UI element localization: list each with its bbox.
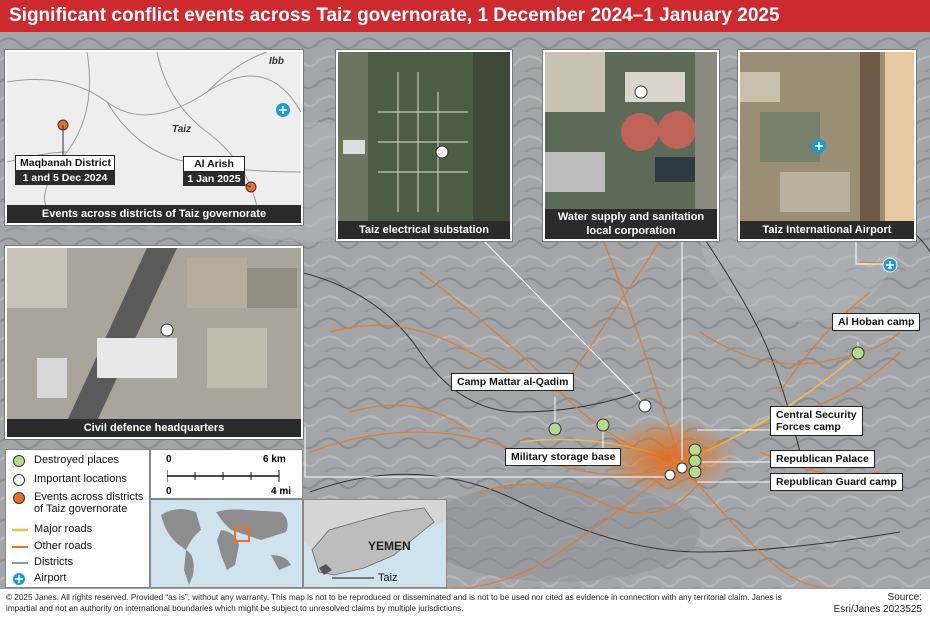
legend-other-roads: Other roads (12, 540, 92, 552)
legend-important: Important locations (12, 473, 127, 486)
legend-label: Events across districts (34, 491, 144, 503)
legend-label: Airport (34, 572, 67, 584)
scale-mi-end: 4 mi (271, 486, 292, 497)
marker-civil-defence (664, 469, 676, 481)
marker-camp-mattar (548, 422, 562, 436)
inset-airport: Taiz International Airport (738, 50, 916, 241)
airport-icon (13, 573, 25, 585)
label-line: Central Security (776, 409, 857, 421)
label-military-storage: Military storage base (505, 448, 622, 466)
substation-imagery (338, 52, 510, 223)
event-date: 1 and 5 Dec 2024 (15, 171, 115, 185)
scale-bar: 0 6 km 0 4 mi (150, 449, 303, 499)
caption-line: local corporation (586, 225, 676, 237)
place-label-ibb: Ibb (269, 56, 284, 67)
legend-label: Districts (34, 556, 74, 568)
legend: Destroyed places Important locations Eve… (5, 449, 150, 588)
scale-lines (167, 470, 280, 482)
legend-districts: Districts (12, 556, 73, 568)
legend-major-roads: Major roads (12, 523, 92, 535)
legend-events: Events across districts of Taiz governor… (12, 491, 143, 515)
source-credit: Source: Esri/Janes 2023525 (834, 592, 922, 616)
label-republican-palace: Republican Palace (770, 450, 875, 468)
marker-military-storage (596, 418, 610, 432)
world-locator-map (150, 499, 303, 588)
caption-line: Water supply and sanitation (557, 211, 705, 223)
label-republican-guard: Republican Guard camp (770, 473, 903, 491)
source-label: Source: (887, 592, 922, 603)
place-label-taiz: Taiz (172, 124, 192, 135)
water-imagery (545, 52, 717, 223)
legend-label: Important locations (34, 473, 127, 485)
scale-mi-start: 0 (166, 486, 172, 497)
label-al-hoban-camp: Al Hoban camp (832, 313, 921, 331)
legend-label: of Taiz governorate (34, 503, 128, 515)
source-value: Esri/Janes 2023525 (833, 604, 922, 615)
yemen-locator-map: YEMEN Taiz (303, 499, 447, 588)
inset-caption: Taiz International Airport (740, 221, 914, 239)
inset-caption: Taiz electrical substation (338, 221, 510, 239)
legend-label: Destroyed places (34, 454, 119, 466)
event-label-al-arish: Al Arish 1 Jan 2025 (183, 156, 245, 186)
legend-label: Major roads (34, 523, 93, 535)
locator-country-label: YEMEN (368, 539, 411, 553)
airport-imagery (740, 52, 914, 223)
footer: © 2025 Janes. All rights reserved. Provi… (0, 588, 930, 619)
legend-airport: Airport (12, 572, 67, 585)
event-name: Maqbanah District (15, 155, 115, 171)
label-camp-mattar: Camp Mattar al-Qadim (451, 373, 575, 391)
event-date: 1 Jan 2025 (183, 172, 245, 186)
marker-water-corporation (676, 462, 688, 474)
inset-caption: Events across districts of Taiz governor… (7, 205, 301, 223)
marker-republican-guard (688, 465, 702, 479)
locator-city-label: Taiz (378, 572, 398, 584)
inset-water-corporation: Water supply and sanitation local corpor… (543, 50, 719, 241)
scale-km-start: 0 (166, 454, 172, 465)
airport-icon (882, 257, 898, 273)
world-map (151, 500, 302, 587)
civil-defence-imagery (7, 248, 301, 421)
event-label-maqbanah: Maqbanah District 1 and 5 Dec 2024 (15, 155, 115, 185)
marker-republican-palace (688, 454, 702, 468)
scale-km-end: 6 km (263, 454, 286, 465)
marker-al-hoban-camp (851, 346, 865, 360)
inset-caption: Civil defence headquarters (7, 419, 301, 437)
legend-label: Other roads (34, 540, 93, 552)
label-line: Forces camp (776, 421, 841, 433)
label-central-security: Central Security Forces camp (770, 406, 863, 436)
marker-electrical-substation (638, 399, 652, 413)
airport-icon (276, 103, 290, 117)
disclaimer-text: © 2025 Janes. All rights reserved. Provi… (6, 593, 782, 613)
legend-destroyed: Destroyed places (12, 454, 119, 467)
inset-substation: Taiz electrical substation (336, 50, 512, 241)
inset-caption: Water supply and sanitation local corpor… (545, 209, 717, 239)
marker-central-security (688, 443, 702, 457)
inset-districts: Ibb Taiz Maqbanah District 1 and 5 Dec 2… (5, 50, 303, 225)
map-title: Significant conflict events across Taiz … (0, 0, 930, 32)
event-name: Al Arish (183, 156, 245, 172)
inset-civil-defence: Civil defence headquarters (5, 246, 303, 439)
